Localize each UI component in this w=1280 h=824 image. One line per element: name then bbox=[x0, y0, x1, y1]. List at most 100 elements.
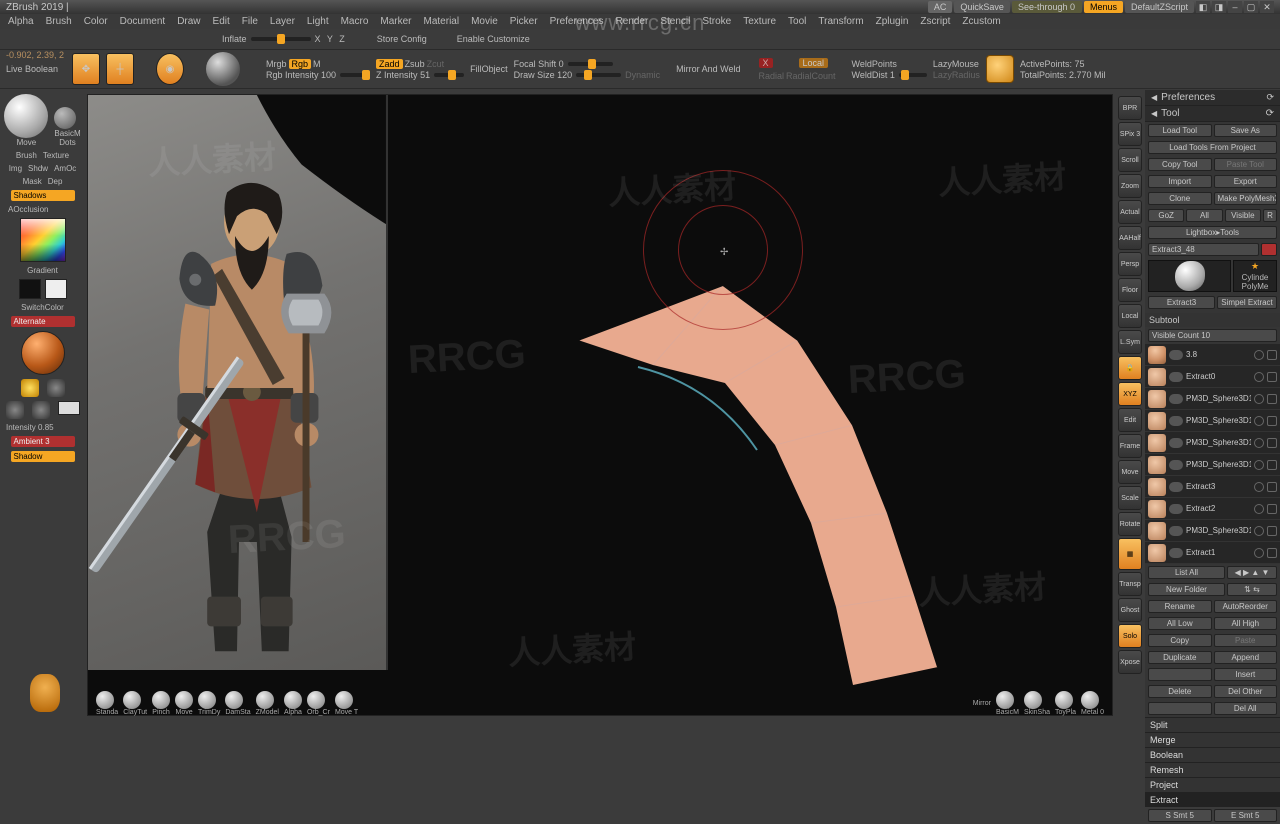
menu-movie[interactable]: Movie bbox=[471, 16, 498, 27]
subtool-pill[interactable] bbox=[1169, 372, 1183, 382]
material-ball-icon[interactable] bbox=[1081, 691, 1099, 709]
draw-size-slider[interactable]: Draw Size 120Dynamic bbox=[514, 70, 661, 80]
menu-zcustom[interactable]: Zcustom bbox=[962, 16, 1000, 27]
remesh-section[interactable]: Remesh bbox=[1145, 762, 1280, 777]
radial-button[interactable]: Radial bbox=[759, 71, 785, 81]
subtool-row[interactable]: Extract3 bbox=[1145, 476, 1280, 498]
brush-ball-icon[interactable] bbox=[152, 691, 170, 709]
enable-customize-button[interactable]: Enable Customize bbox=[457, 34, 530, 44]
light1-icon[interactable] bbox=[21, 379, 39, 397]
move-button[interactable]: Move bbox=[1118, 460, 1142, 484]
subtool-row[interactable]: Extract2 bbox=[1145, 498, 1280, 520]
welddist-slider[interactable]: WeldDist 1 bbox=[852, 70, 927, 80]
copy-tool-button[interactable]: Copy Tool bbox=[1148, 158, 1212, 171]
make-polymesh-button[interactable]: Make PolyMesh3D bbox=[1214, 192, 1278, 205]
xpose-button[interactable]: Xpose bbox=[1118, 650, 1142, 674]
owl-icon[interactable] bbox=[30, 674, 60, 712]
append-button[interactable]: Append bbox=[1214, 651, 1278, 664]
gizmo-button[interactable]: ✥ bbox=[72, 53, 100, 85]
menu-zscript[interactable]: Zscript bbox=[920, 16, 950, 27]
ghost-button[interactable]: Ghost bbox=[1118, 598, 1142, 622]
prefs-header[interactable]: Preferences bbox=[1161, 92, 1215, 103]
all-high-button[interactable]: All High bbox=[1214, 617, 1278, 630]
mirror-weld-button[interactable]: Mirror And Weld bbox=[676, 64, 740, 74]
subtool-pill[interactable] bbox=[1169, 548, 1183, 558]
eye-icon[interactable] bbox=[1254, 350, 1264, 360]
save-as-button[interactable]: Save As bbox=[1214, 124, 1278, 137]
polypaint-icon[interactable] bbox=[1267, 504, 1277, 514]
brush-ball-icon[interactable] bbox=[225, 691, 243, 709]
aahalf-button[interactable]: AAHalf bbox=[1118, 226, 1142, 250]
menu-macro[interactable]: Macro bbox=[341, 16, 369, 27]
solo-button[interactable]: Solo bbox=[1118, 624, 1142, 648]
subtool-row[interactable]: 3.8 bbox=[1145, 344, 1280, 366]
eye-icon[interactable] bbox=[1254, 504, 1264, 514]
mrgb-button[interactable]: Mrgb bbox=[266, 59, 287, 69]
menu-light[interactable]: Light bbox=[307, 16, 329, 27]
paste-tool-button[interactable]: Paste Tool bbox=[1214, 158, 1278, 171]
list-all-button[interactable]: List All bbox=[1148, 566, 1225, 579]
del-other-button[interactable]: Del Other bbox=[1214, 685, 1278, 698]
eye-icon[interactable] bbox=[1254, 460, 1264, 470]
defaultzscript-button[interactable]: DefaultZScript bbox=[1125, 1, 1194, 13]
menu-zplugin[interactable]: Zplugin bbox=[876, 16, 909, 27]
scroll-button[interactable]: Scroll bbox=[1118, 148, 1142, 172]
subtool-pill[interactable] bbox=[1169, 460, 1183, 470]
zoom-button[interactable]: Zoom bbox=[1118, 174, 1142, 198]
close-icon[interactable]: ✕ bbox=[1260, 1, 1274, 13]
m-button[interactable]: M bbox=[313, 59, 321, 69]
brush-ball-icon[interactable] bbox=[175, 691, 193, 709]
goz-visible-button[interactable]: Visible bbox=[1225, 209, 1261, 222]
brush-ball-icon[interactable] bbox=[198, 691, 216, 709]
brush-ball-icon[interactable] bbox=[96, 691, 114, 709]
dep-button[interactable]: Dep bbox=[48, 177, 63, 186]
primary-color-swatch[interactable] bbox=[45, 279, 67, 299]
eye-icon[interactable] bbox=[1254, 416, 1264, 426]
xyz-button[interactable]: XYZ bbox=[1118, 382, 1142, 406]
export-button[interactable]: Export bbox=[1214, 175, 1278, 188]
goz-all-button[interactable]: All bbox=[1186, 209, 1222, 222]
lsym-button[interactable]: L.Sym bbox=[1118, 330, 1142, 354]
light4-icon[interactable] bbox=[32, 401, 50, 419]
tool-thumb-large[interactable] bbox=[1148, 260, 1231, 292]
menu-preferences[interactable]: Preferences bbox=[550, 16, 604, 27]
polypaint-icon[interactable] bbox=[1267, 438, 1277, 448]
switch-color-button[interactable]: SwitchColor bbox=[21, 303, 64, 312]
light-placer[interactable] bbox=[58, 401, 80, 415]
menu-edit[interactable]: Edit bbox=[213, 16, 230, 27]
img-button[interactable]: Img bbox=[9, 164, 22, 173]
light-intensity-slider[interactable]: Intensity 0.85 bbox=[0, 423, 54, 432]
brush-ball-icon[interactable] bbox=[307, 691, 325, 709]
menu-marker[interactable]: Marker bbox=[380, 16, 411, 27]
brush-ball-icon[interactable] bbox=[123, 691, 141, 709]
menus-button[interactable]: Menus bbox=[1084, 1, 1123, 13]
tool-clear-button[interactable] bbox=[1261, 243, 1277, 256]
subtool-pill[interactable] bbox=[1169, 504, 1183, 514]
actual-button[interactable]: Actual bbox=[1118, 200, 1142, 224]
duplicate-button[interactable]: Duplicate bbox=[1148, 651, 1212, 664]
sym-x-button[interactable]: X bbox=[759, 58, 773, 68]
floor-button[interactable]: Floor bbox=[1118, 278, 1142, 302]
reorder-arrows[interactable]: ◀ ▶ ▲ ▼ bbox=[1227, 566, 1277, 579]
zsub-button[interactable]: Zsub bbox=[405, 59, 425, 69]
folder-arrows[interactable]: ⇅ ⇆ bbox=[1227, 583, 1277, 596]
weldpoints-button[interactable]: WeldPoints bbox=[852, 59, 927, 69]
copy-button[interactable]: Copy bbox=[1148, 634, 1212, 647]
polypaint-icon[interactable] bbox=[1267, 460, 1277, 470]
boolean-section[interactable]: Boolean bbox=[1145, 747, 1280, 762]
lightbox-tools-button[interactable]: Lightbox▸Tools bbox=[1148, 226, 1277, 239]
tool-name-field[interactable]: Extract3_48 bbox=[1148, 243, 1259, 256]
eye-icon[interactable] bbox=[1254, 482, 1264, 492]
prefs-refresh-icon[interactable]: ⟳ bbox=[1266, 92, 1274, 103]
transp-button[interactable]: Transp bbox=[1118, 572, 1142, 596]
rename-button[interactable]: Rename bbox=[1148, 600, 1212, 613]
rgb-intensity-slider[interactable]: Rgb Intensity 100 bbox=[266, 70, 370, 80]
zadd-button[interactable]: Zadd bbox=[376, 59, 403, 69]
secondary-color-swatch[interactable] bbox=[19, 279, 41, 299]
menu-transform[interactable]: Transform bbox=[818, 16, 863, 27]
project-section[interactable]: Project bbox=[1145, 777, 1280, 792]
lazyradius-slider[interactable]: LazyRadius bbox=[933, 70, 980, 80]
menu-stroke[interactable]: Stroke bbox=[702, 16, 731, 27]
dynamesh-preview[interactable] bbox=[206, 52, 240, 86]
subtool-pill[interactable] bbox=[1169, 416, 1183, 426]
